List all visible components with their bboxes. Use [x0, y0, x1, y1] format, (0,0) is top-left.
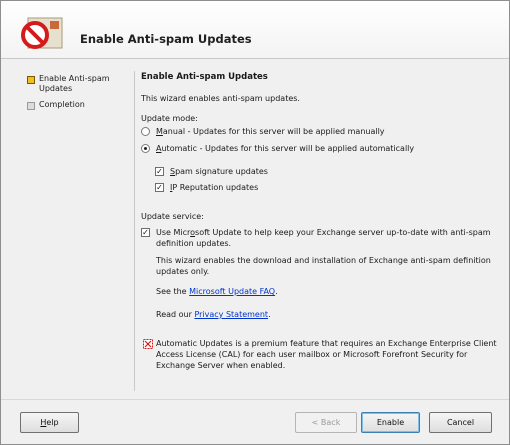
manual-radio-label[interactable]: Manual - Updates for this server will be… [156, 126, 385, 137]
microsoft-update-checkbox[interactable]: ✓ [141, 228, 150, 237]
wizard-nav: Enable Anti-spam Updates Completion [27, 73, 127, 119]
enable-button[interactable]: Enable [361, 412, 420, 433]
step-current-indicator-icon [27, 76, 35, 84]
footer-divider [1, 399, 509, 400]
nav-item-enable-anti-spam-updates: Enable Anti-spam Updates [27, 73, 127, 99]
wizard-note-line2: updates only. [156, 267, 210, 276]
faq-line: See the Microsoft Update FAQ. [156, 287, 278, 296]
nav-divider [134, 71, 135, 391]
ip-reputation-checkbox[interactable]: ✓ [155, 183, 164, 192]
automatic-radio[interactable] [141, 144, 150, 153]
privacy-line: Read our Privacy Statement. [156, 310, 271, 319]
spam-signature-label[interactable]: Spam signature updates [170, 166, 268, 177]
ip-reputation-label[interactable]: IP Reputation updates [170, 182, 258, 193]
premium-note-line1: Automatic Updates is a premium feature t… [156, 339, 497, 348]
help-button[interactable]: Help [20, 412, 79, 433]
intro-text: This wizard enables anti-spam updates. [141, 94, 300, 103]
nav-item-completion: Completion [27, 99, 127, 119]
update-service-label: Update service: [141, 212, 204, 221]
update-mode-label: Update mode: [141, 114, 198, 123]
premium-note-line2: Access License (CAL) for each user mailb… [156, 350, 468, 359]
page-heading: Enable Anti-spam Updates [141, 72, 268, 82]
privacy-statement-link[interactable]: Privacy Statement [194, 310, 268, 319]
back-button[interactable]: < Back [295, 412, 357, 433]
spam-signature-checkbox[interactable]: ✓ [155, 167, 164, 176]
no-spam-envelope-icon [21, 17, 63, 49]
step-pending-indicator-icon [27, 102, 35, 110]
manual-radio[interactable] [141, 127, 150, 136]
wizard-title: Enable Anti-spam Updates [80, 32, 252, 46]
wizard-note-line1: This wizard enables the download and ins… [156, 256, 491, 265]
premium-feature-warning-icon [143, 339, 153, 349]
microsoft-update-label[interactable]: Use Microsoft Update to help keep your E… [156, 227, 491, 238]
cancel-button[interactable]: Cancel [429, 412, 492, 433]
premium-note-line3: Exchange Server when enabled. [156, 361, 286, 370]
nav-item-label: Completion [39, 100, 85, 109]
microsoft-update-label-line2: definition updates. [156, 239, 232, 248]
wizard-window: Enable Anti-spam Updates Enable Anti-spa… [0, 0, 510, 445]
wizard-header: Enable Anti-spam Updates [1, 1, 509, 59]
nav-item-label: Enable Anti-spam Updates [39, 74, 110, 93]
microsoft-update-faq-link[interactable]: Microsoft Update FAQ [189, 287, 275, 296]
automatic-radio-label[interactable]: Automatic - Updates for this server will… [156, 143, 414, 154]
